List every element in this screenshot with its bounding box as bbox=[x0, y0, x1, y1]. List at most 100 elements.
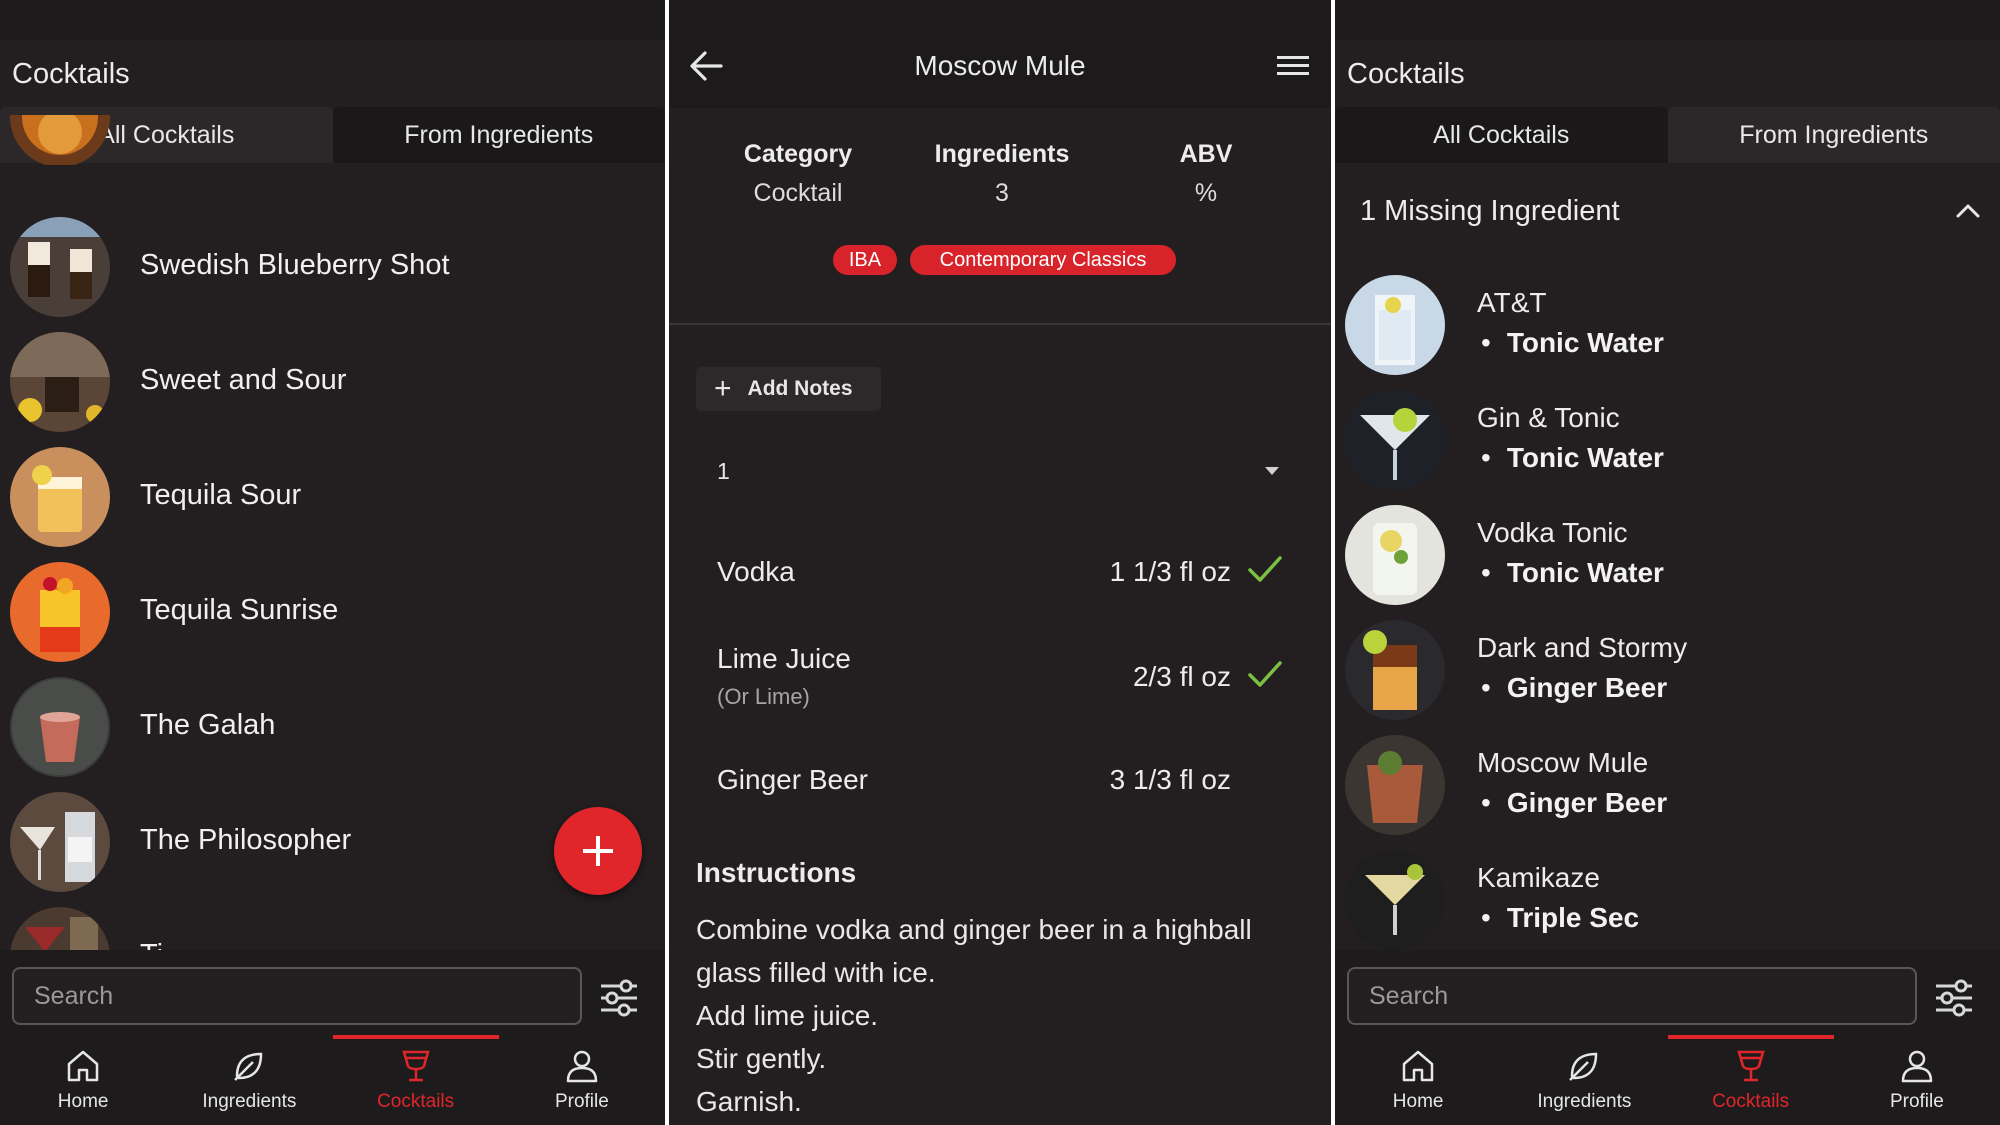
home-icon bbox=[1402, 1050, 1434, 1082]
cocktail-name: The Philosopher bbox=[140, 824, 352, 856]
tab-all-cocktails[interactable]: All Cocktails bbox=[1335, 107, 1668, 163]
instruction-line: glass filled with ice. bbox=[696, 957, 936, 988]
check-icon bbox=[1248, 556, 1282, 582]
menu-icon[interactable] bbox=[1275, 50, 1311, 82]
plus-icon bbox=[583, 836, 613, 866]
add-cocktail-button[interactable] bbox=[554, 807, 642, 895]
tag-contemporary-classics[interactable]: Contemporary Classics bbox=[910, 245, 1176, 275]
missing-ingredient: • Tonic Water bbox=[1481, 327, 1664, 358]
status-bar bbox=[669, 0, 1331, 22]
cocktail-thumbnail bbox=[10, 677, 110, 777]
cocktail-name: Moscow Mule bbox=[1477, 747, 1649, 778]
check-icon bbox=[1248, 661, 1282, 687]
nav-label: Cocktails bbox=[377, 1091, 455, 1112]
list-item[interactable]: The Galah bbox=[0, 665, 665, 780]
nav-ingredients[interactable]: Ingredients bbox=[166, 1035, 332, 1125]
status-bar bbox=[0, 0, 665, 40]
missing-ingredient-name: Triple Sec bbox=[1506, 902, 1640, 933]
cocktail-name: Gin & Tonic bbox=[1477, 402, 1620, 433]
cocktail-name: Ti bbox=[140, 939, 163, 950]
home-icon bbox=[67, 1050, 99, 1082]
list-item[interactable]: Vodka Tonic • Tonic Water bbox=[1335, 493, 2000, 608]
divider bbox=[669, 323, 1331, 325]
tab-bar: All Cocktails From Ingredients bbox=[1335, 107, 2000, 163]
cocktail-name: Dark and Stormy bbox=[1477, 632, 1688, 663]
user-icon bbox=[1901, 1050, 1933, 1083]
instruction-line: Add lime juice. bbox=[696, 1000, 879, 1031]
list-item[interactable]: Ti bbox=[0, 895, 665, 950]
cocktail-name: Kamikaze bbox=[1477, 862, 1600, 893]
nav-profile[interactable]: Profile bbox=[499, 1035, 665, 1125]
all-cocktails-screen: Cocktails All Cocktails From Ingredients… bbox=[0, 0, 665, 1125]
tag-iba[interactable]: IBA bbox=[833, 245, 897, 275]
cocktail-thumbnail bbox=[1345, 850, 1445, 950]
nav-cocktails[interactable]: Cocktails bbox=[332, 1035, 500, 1125]
stat-ingredients: Ingredients 3 bbox=[902, 140, 1102, 208]
list-item[interactable]: Tequila Sour bbox=[0, 435, 665, 550]
stat-value: % bbox=[1194, 179, 1218, 207]
list-item[interactable]: Tequila Sunrise bbox=[0, 550, 665, 665]
list-item[interactable]: Gin & Tonic • Tonic Water bbox=[1335, 378, 2000, 493]
bottom-nav: Home Ingredients Cocktails Profile bbox=[1335, 1035, 2000, 1125]
nav-cocktails[interactable]: Cocktails bbox=[1667, 1035, 1835, 1125]
cocktail-thumbnail bbox=[1345, 275, 1445, 375]
ingredient-name: Ginger Beer bbox=[717, 764, 868, 795]
nav-label: Home bbox=[1392, 1091, 1444, 1112]
list-item[interactable]: Swedish Blueberry Shot bbox=[0, 205, 665, 320]
nav-home[interactable]: Home bbox=[0, 1035, 166, 1125]
cocktail-thumbnail bbox=[10, 447, 110, 547]
list-item[interactable]: AT&T • Tonic Water bbox=[1335, 263, 2000, 378]
nav-ingredients[interactable]: Ingredients bbox=[1501, 1035, 1667, 1125]
filter-icon[interactable] bbox=[1933, 978, 1975, 1018]
missing-ingredient-name: Tonic Water bbox=[1506, 557, 1664, 588]
nav-profile[interactable]: Profile bbox=[1834, 1035, 2000, 1125]
cocktail-name: Swedish Blueberry Shot bbox=[140, 249, 450, 281]
missing-ingredient: • Triple Sec bbox=[1481, 902, 1640, 933]
nav-label: Ingredients bbox=[202, 1091, 297, 1112]
nav-home[interactable]: Home bbox=[1335, 1035, 1501, 1125]
list-item[interactable]: Dark and Stormy • Ginger Beer bbox=[1335, 608, 2000, 723]
list-item[interactable]: Sweet and Sour bbox=[0, 320, 665, 435]
chevron-up-icon[interactable] bbox=[1953, 198, 1983, 224]
stat-label: Ingredients bbox=[934, 140, 1070, 168]
cocktail-name: Sweet and Sour bbox=[140, 364, 347, 396]
cocktail-glass-icon bbox=[1736, 1050, 1765, 1082]
nav-label: Ingredients bbox=[1537, 1091, 1632, 1112]
ingredient-substitute: (Or Lime) bbox=[717, 684, 810, 709]
stat-value: Cocktail bbox=[753, 179, 843, 207]
missing-ingredient: • Tonic Water bbox=[1481, 557, 1664, 588]
search-input[interactable]: Search bbox=[1347, 967, 1917, 1025]
section-header[interactable]: 1 Missing Ingredient bbox=[1360, 195, 1620, 228]
user-icon bbox=[566, 1050, 598, 1083]
cocktail-thumbnail bbox=[10, 332, 110, 432]
instruction-line: Combine vodka and ginger beer in a highb… bbox=[696, 914, 1252, 945]
page-title: Cocktails bbox=[12, 58, 130, 90]
filter-icon[interactable] bbox=[598, 978, 640, 1018]
tab-from-ingredients[interactable]: From Ingredients bbox=[1667, 107, 2000, 163]
missing-ingredient-name: Tonic Water bbox=[1506, 442, 1664, 473]
missing-ingredient-name: Tonic Water bbox=[1506, 327, 1664, 358]
missing-ingredient: • Ginger Beer bbox=[1481, 672, 1668, 703]
list-item[interactable]: Moscow Mule • Ginger Beer bbox=[1335, 723, 2000, 838]
ingredient-name: Lime Juice bbox=[717, 643, 851, 674]
cocktail-name: Tequila Sunrise bbox=[140, 594, 339, 626]
missing-ingredient: • Tonic Water bbox=[1481, 442, 1664, 473]
list-item[interactable] bbox=[0, 115, 665, 165]
cocktail-thumbnail bbox=[10, 562, 110, 662]
nav-label: Profile bbox=[554, 1091, 609, 1112]
list-item[interactable]: Kamikaze • Triple Sec bbox=[1335, 838, 2000, 953]
status-bar bbox=[1335, 0, 2000, 40]
leaf-icon bbox=[234, 1052, 263, 1081]
stat-category: Category Cocktail bbox=[698, 140, 898, 208]
servings-select[interactable]: 1 bbox=[717, 458, 730, 485]
search-input[interactable]: Search bbox=[12, 967, 582, 1025]
leaf-icon bbox=[1569, 1052, 1598, 1081]
ingredient-amount: 2/3 fl oz bbox=[1132, 661, 1231, 692]
nav-label: Profile bbox=[1889, 1091, 1944, 1112]
nav-label: Home bbox=[57, 1091, 109, 1112]
stat-value: 3 bbox=[995, 179, 1009, 207]
dropdown-arrow-icon[interactable] bbox=[1265, 467, 1279, 475]
cocktail-name: AT&T bbox=[1477, 287, 1547, 318]
add-notes-button[interactable]: + Add Notes bbox=[696, 367, 881, 411]
page-title: Cocktails bbox=[1347, 58, 1465, 90]
